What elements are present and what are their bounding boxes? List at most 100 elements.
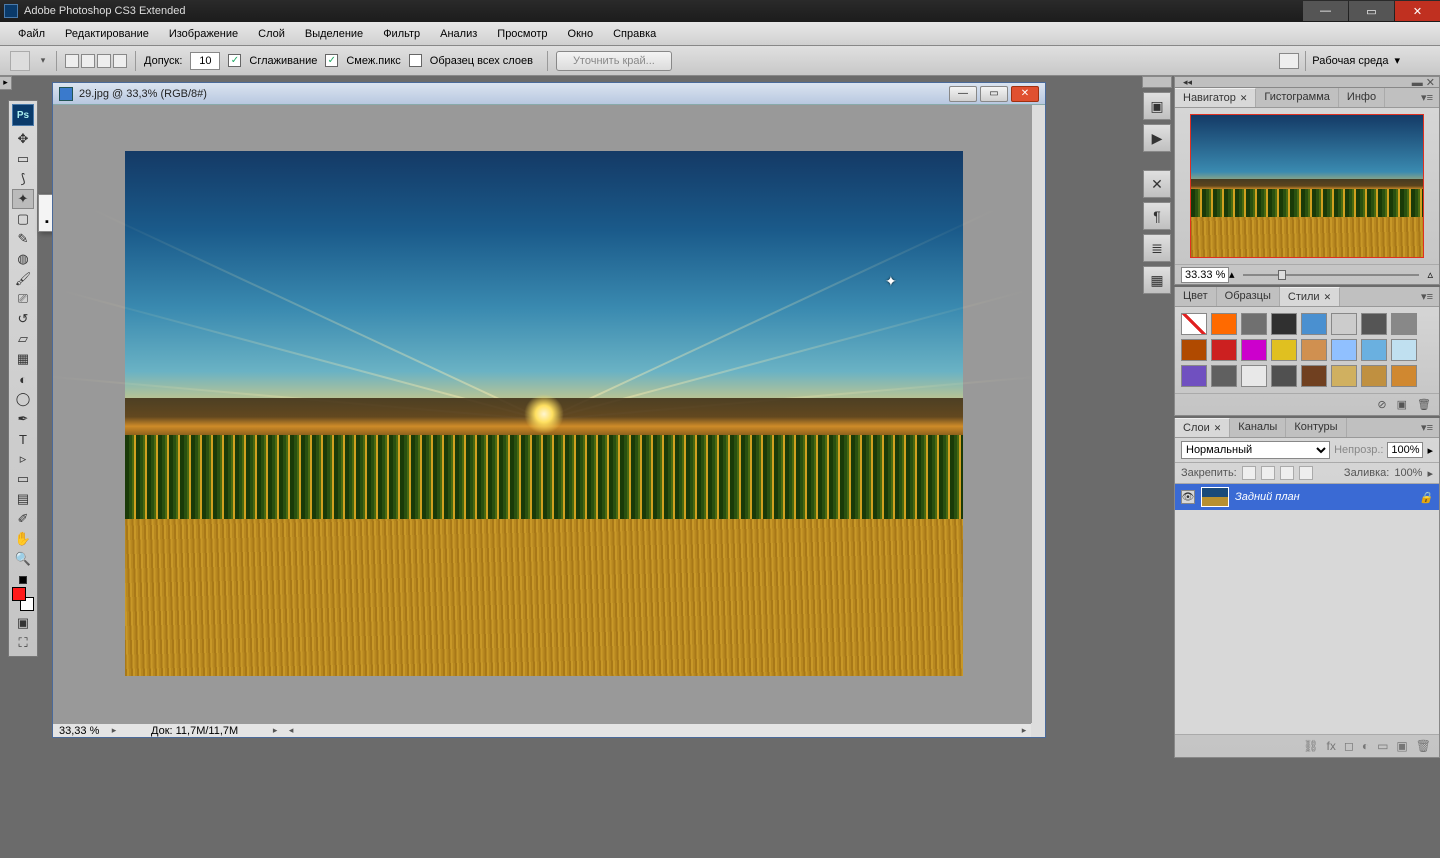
dock-history-icon[interactable]: ▣ <box>1143 92 1171 120</box>
group-layers-icon[interactable]: ▭ <box>1377 739 1388 753</box>
brush-tool[interactable]: 🖌 <box>12 269 34 289</box>
link-layers-icon[interactable]: ⛓ <box>1303 739 1318 753</box>
tab-swatches[interactable]: Образцы <box>1217 287 1280 306</box>
document-titlebar[interactable]: 29.jpg @ 33,3% (RGB/8#) — ▭ ✕ <box>53 83 1045 105</box>
document-canvas[interactable]: ✦ <box>53 105 1031 723</box>
dock-brushes-icon[interactable]: ≣ <box>1143 234 1171 262</box>
crop-tool[interactable]: ▢ <box>12 209 34 229</box>
scroll-left-button[interactable]: ◂ <box>284 725 298 736</box>
zoom-tool[interactable]: 🔍 <box>12 549 34 569</box>
zoom-out-icon[interactable]: ▴ <box>1229 268 1235 281</box>
pen-tool[interactable]: ✒ <box>12 409 34 429</box>
selection-intersect-button[interactable] <box>113 54 127 68</box>
foreground-color-swatch[interactable] <box>12 587 26 601</box>
dock-character-icon[interactable]: ¶ <box>1143 202 1171 230</box>
tab-paths[interactable]: Контуры <box>1286 418 1346 437</box>
delete-layer-icon[interactable]: 🗑 <box>1416 739 1431 753</box>
menu-analysis[interactable]: Анализ <box>430 24 487 44</box>
workspace-label[interactable]: Рабочая среда <box>1312 55 1388 67</box>
contiguous-checkbox[interactable]: ✓ <box>325 54 338 67</box>
styles-menu-icon[interactable]: ▾≡ <box>1415 287 1439 306</box>
style-swatch[interactable] <box>1361 365 1387 387</box>
type-tool[interactable]: T <box>12 429 34 449</box>
layer-thumbnail[interactable] <box>1201 487 1229 507</box>
notes-tool[interactable]: ▤ <box>12 489 34 509</box>
layers-menu-icon[interactable]: ▾≡ <box>1415 418 1439 437</box>
shape-tool[interactable]: ▭ <box>12 469 34 489</box>
blend-mode-select[interactable]: Нормальный <box>1181 441 1330 459</box>
dock-tool-presets-icon[interactable]: ✕ <box>1143 170 1171 198</box>
style-none-icon[interactable]: ⊘ <box>1377 398 1386 411</box>
eyedropper-tool[interactable]: ✐ <box>12 509 34 529</box>
workspace-icon[interactable] <box>1279 53 1299 69</box>
selection-new-button[interactable] <box>65 54 79 68</box>
healing-brush-tool[interactable]: ◍ <box>12 249 34 269</box>
navigator-thumbnail[interactable] <box>1190 114 1424 258</box>
panels-grip[interactable]: ◂◂ ▬ ✕ <box>1174 76 1440 88</box>
style-swatch[interactable] <box>1331 313 1357 335</box>
style-swatch[interactable] <box>1391 365 1417 387</box>
style-swatch[interactable] <box>1241 313 1267 335</box>
lock-position-icon[interactable] <box>1261 466 1275 480</box>
gradient-tool[interactable]: ▦ <box>12 349 34 369</box>
new-layer-icon[interactable]: ▣ <box>1396 739 1407 753</box>
all-layers-checkbox[interactable] <box>409 54 422 67</box>
layer-visibility-icon[interactable]: 👁 <box>1181 490 1195 504</box>
color-swatches[interactable] <box>12 587 34 611</box>
style-swatch[interactable] <box>1301 313 1327 335</box>
layer-row[interactable]: 👁 Задний план 🔒 <box>1175 484 1439 510</box>
vertical-scrollbar[interactable] <box>1031 105 1045 723</box>
tab-channels[interactable]: Каналы <box>1230 418 1286 437</box>
opacity-input[interactable]: 100% <box>1387 442 1423 458</box>
scroll-right-button[interactable]: ▸ <box>1017 725 1031 736</box>
menu-help[interactable]: Справка <box>603 24 666 44</box>
style-swatch[interactable] <box>1361 313 1387 335</box>
quickmask-toggle[interactable]: ▣ <box>12 613 34 633</box>
style-swatch[interactable] <box>1241 339 1267 361</box>
collapse-icon[interactable]: ◂◂ <box>1175 77 1192 88</box>
panel-menu-icon[interactable]: ▬ ✕ <box>1412 76 1439 89</box>
style-swatch[interactable] <box>1211 365 1237 387</box>
tolerance-input[interactable]: 10 <box>190 52 220 70</box>
menu-view[interactable]: Просмотр <box>487 24 557 44</box>
tool-preset-dropdown[interactable]: ▾ <box>38 55 48 66</box>
style-swatch[interactable] <box>1391 313 1417 335</box>
style-swatch[interactable] <box>1361 339 1387 361</box>
style-swatch[interactable] <box>1211 313 1237 335</box>
zoom-display[interactable]: 33,33 % <box>53 725 107 737</box>
style-swatch[interactable] <box>1271 339 1297 361</box>
path-tool[interactable]: ▹ <box>12 449 34 469</box>
lock-transparency-icon[interactable] <box>1299 466 1313 480</box>
lock-all-icon[interactable] <box>1280 466 1294 480</box>
style-trash-icon[interactable]: 🗑 <box>1417 398 1431 411</box>
style-swatch[interactable] <box>1271 365 1297 387</box>
style-swatch[interactable] <box>1331 339 1357 361</box>
menu-window[interactable]: Окно <box>558 24 604 44</box>
window-minimize-button[interactable]: — <box>1303 1 1348 21</box>
hand-tool[interactable]: ✋ <box>12 529 34 549</box>
navigator-menu-icon[interactable]: ▾≡ <box>1415 88 1439 107</box>
selection-subtract-button[interactable] <box>97 54 111 68</box>
style-swatch[interactable] <box>1271 313 1297 335</box>
dodge-tool[interactable]: ◯ <box>12 389 34 409</box>
history-brush-tool[interactable]: ↺ <box>12 309 34 329</box>
style-swatch[interactable] <box>1301 365 1327 387</box>
style-swatch[interactable] <box>1181 313 1207 335</box>
window-maximize-button[interactable]: ▭ <box>1349 1 1394 21</box>
tab-color[interactable]: Цвет <box>1175 287 1217 306</box>
zoom-in-icon[interactable]: ▵ <box>1427 268 1433 281</box>
marquee-tool[interactable]: ▭ <box>12 149 34 169</box>
fill-dropdown-icon[interactable]: ▸ <box>1427 467 1433 480</box>
selection-add-button[interactable] <box>81 54 95 68</box>
tab-layers[interactable]: Слои✕ <box>1175 418 1230 437</box>
menu-select[interactable]: Выделение <box>295 24 373 44</box>
style-swatch[interactable] <box>1391 339 1417 361</box>
slice-tool[interactable]: ✎ <box>12 229 34 249</box>
layer-mask-icon[interactable]: ◻ <box>1344 739 1354 753</box>
window-close-button[interactable]: ✕ <box>1395 1 1440 21</box>
style-swatch[interactable] <box>1301 339 1327 361</box>
style-new-icon[interactable]: ▣ <box>1397 398 1407 411</box>
info-dropdown[interactable]: ▸ <box>268 725 282 736</box>
blur-tool[interactable]: ◐ <box>12 369 34 389</box>
screenmode-toggle[interactable]: ⛶ <box>12 633 34 653</box>
